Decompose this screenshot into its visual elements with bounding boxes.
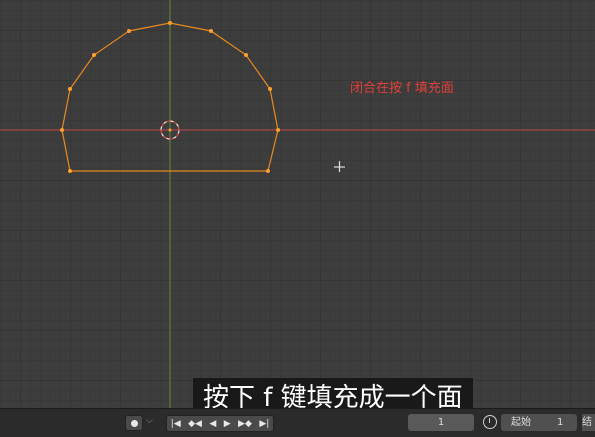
chevron-down-icon[interactable]: ⌵ [146,416,153,426]
next-keyframe-icon[interactable]: ▶◆ [238,419,252,429]
record-button[interactable] [125,415,143,431]
start-frame-field[interactable]: 起始 1 [501,414,577,431]
timeline-bar: ⌵ |◀ ◆◀ ◀ ▶ ▶◆ ▶| 1 起始 1 结 [0,408,595,437]
origin-point [168,128,172,132]
mesh-vertex[interactable] [276,128,280,132]
end-frame-field[interactable]: 结 [582,414,595,431]
current-frame-field[interactable]: 1 [408,414,474,431]
jump-end-icon[interactable]: ▶| [259,419,269,429]
start-frame-label: 起始 [511,417,531,428]
mesh-vertex[interactable] [68,169,72,173]
3d-viewport[interactable]: 闭合在按 f 填充面 [0,0,595,408]
mesh-vertex[interactable] [127,29,131,33]
mesh-vertex[interactable] [266,169,270,173]
record-dot-icon [130,419,138,427]
mesh-vertex[interactable] [209,29,213,33]
mesh-vertex[interactable] [92,53,96,57]
prev-keyframe-icon[interactable]: ◆◀ [188,419,202,429]
mouse-cursor-icon [334,161,345,172]
play-icon[interactable]: ▶ [224,419,231,429]
clock-icon[interactable] [483,415,497,429]
jump-start-icon[interactable]: |◀ [171,419,181,429]
play-reverse-icon[interactable]: ◀ [209,419,216,429]
playback-controls: |◀ ◆◀ ◀ ▶ ▶◆ ▶| [166,415,274,432]
mesh-vertex[interactable] [60,128,64,132]
mesh-vertex[interactable] [68,87,72,91]
mesh-vertex[interactable] [268,87,272,91]
start-frame-value: 1 [557,417,564,428]
viewport-overlay [0,0,595,408]
annotation-text: 闭合在按 f 填充面 [350,81,454,96]
mesh-vertex[interactable] [244,53,248,57]
mesh-vertex[interactable] [168,21,172,25]
